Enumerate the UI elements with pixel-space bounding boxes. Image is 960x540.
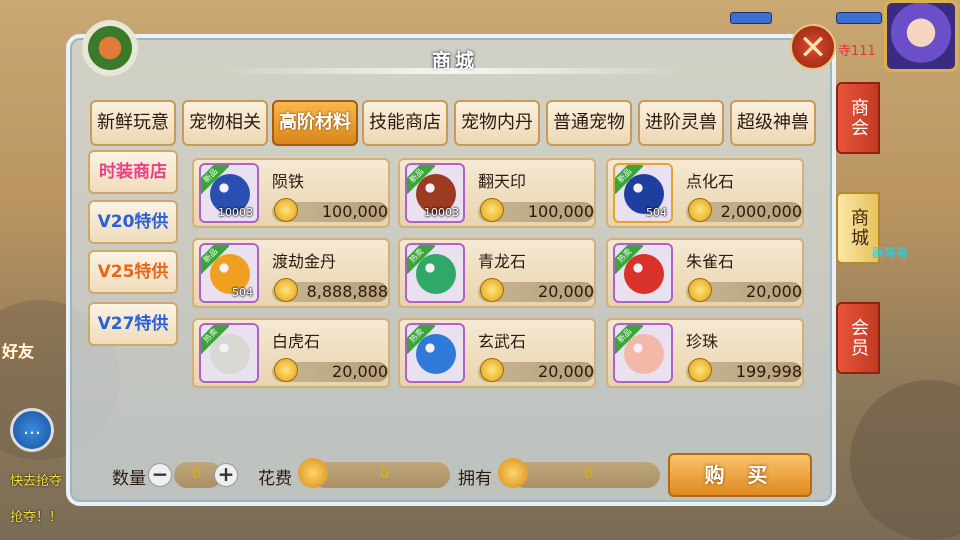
item-icon: 新品 504: [199, 243, 259, 303]
item-card[interactable]: 新品 10003 翻天印 100,000: [398, 158, 596, 228]
hp-bar: [730, 12, 772, 24]
item-price: 20,000: [746, 282, 802, 301]
close-icon: ✕: [798, 28, 828, 68]
item-card[interactable]: 热卖 玄武石 20,000: [398, 318, 596, 388]
owned-label: 拥有: [458, 469, 492, 489]
cost-label: 花费: [258, 469, 292, 489]
tab-8[interactable]: 超级神兽: [730, 100, 816, 146]
item-name: 陨铁: [272, 172, 305, 191]
item-card[interactable]: 新品 10003 陨铁 100,000: [192, 158, 390, 228]
item-price: 20,000: [538, 282, 594, 301]
decrease-button[interactable]: −: [148, 463, 172, 487]
cost-value: 0: [380, 466, 389, 482]
title-divider: [218, 68, 688, 74]
quantity-label: 数量: [112, 469, 146, 489]
item-price: 100,000: [527, 202, 594, 221]
chat-button[interactable]: …: [10, 408, 54, 452]
coin-icon: [274, 278, 298, 302]
coin-icon: [274, 358, 298, 382]
tab-6[interactable]: 普通宠物: [546, 100, 632, 146]
coin-icon: [480, 358, 504, 382]
item-gem-icon: [624, 254, 664, 294]
mp-bar: [836, 12, 882, 24]
chat-bubble-icon: …: [23, 418, 41, 439]
item-icon: 热卖: [199, 323, 259, 383]
item-gem-icon: [416, 254, 456, 294]
item-icon: 热卖: [405, 243, 465, 303]
quantity-value: 0: [192, 466, 201, 482]
item-icon: 热卖: [405, 323, 465, 383]
side-tab-label: 会员: [848, 318, 869, 358]
special-tab-3[interactable]: V25特供: [88, 250, 178, 294]
item-quantity: 10003: [218, 206, 253, 219]
item-card[interactable]: 热卖 白虎石 20,000: [192, 318, 390, 388]
item-card[interactable]: 新品 504 点化石 2,000,000: [606, 158, 804, 228]
player-level-text: 寺111: [838, 44, 876, 59]
tab-5[interactable]: 宠物内丹: [454, 100, 540, 146]
coin-icon: [688, 198, 712, 222]
increase-button[interactable]: +: [214, 463, 238, 487]
item-price: 199,998: [735, 362, 802, 381]
item-price: 20,000: [332, 362, 388, 381]
item-gem-icon: [624, 334, 664, 374]
item-name: 白虎石: [272, 332, 321, 351]
item-name: 珍珠: [686, 332, 719, 351]
tab-4[interactable]: 技能商店: [362, 100, 448, 146]
item-quantity: 504: [646, 206, 667, 219]
buy-button[interactable]: 购 买: [668, 453, 812, 497]
coin-icon: [498, 458, 528, 488]
item-card[interactable]: 热卖 青龙石 20,000: [398, 238, 596, 308]
item-price: 100,000: [321, 202, 388, 221]
special-tab-1[interactable]: 时装商店: [88, 150, 178, 194]
friends-button[interactable]: 好友: [2, 338, 50, 382]
item-price: 8,888,888: [306, 282, 388, 301]
chat-message: 抢夺！！: [10, 510, 63, 525]
item-name: 青龙石: [478, 252, 527, 271]
coin-icon: [480, 198, 504, 222]
side-tab-3[interactable]: 会员: [836, 302, 880, 374]
coin-icon: [298, 458, 328, 488]
item-card[interactable]: 新品 504 渡劫金丹 8,888,888: [192, 238, 390, 308]
coin-icon: [688, 358, 712, 382]
item-icon: 新品 10003: [405, 163, 465, 223]
side-tab-label: 商会: [848, 98, 869, 138]
item-quantity: 10003: [424, 206, 459, 219]
item-icon: 新品 504: [613, 163, 673, 223]
item-name: 渡劫金丹: [272, 252, 337, 271]
coin-icon: [480, 278, 504, 302]
item-gem-icon: [210, 334, 250, 374]
item-card[interactable]: 热卖 朱雀石 20,000: [606, 238, 804, 308]
item-name: 朱雀石: [686, 252, 735, 271]
item-quantity: 504: [232, 286, 253, 299]
side-tab-1[interactable]: 商会: [836, 82, 880, 154]
chat-message: 快去抢夺: [10, 474, 63, 489]
tab-7[interactable]: 进阶灵兽: [638, 100, 724, 146]
owned-value: 0: [584, 466, 593, 482]
tab-1[interactable]: 新鲜玩意: [90, 100, 176, 146]
item-icon: 新品: [613, 323, 673, 383]
item-icon: 新品 10003: [199, 163, 259, 223]
special-tab-4[interactable]: V27特供: [88, 302, 178, 346]
background-decoration: [850, 380, 960, 540]
special-tab-2[interactable]: V20特供: [88, 200, 178, 244]
coin-icon: [688, 278, 712, 302]
item-icon: 热卖: [613, 243, 673, 303]
shop-emblem-icon: [82, 20, 138, 76]
item-price: 2,000,000: [720, 202, 802, 221]
tab-3[interactable]: 高阶材料: [272, 100, 358, 146]
item-name: 翻天印: [478, 172, 527, 191]
item-name: 玄武石: [478, 332, 527, 351]
side-tab-label: 商城: [848, 208, 869, 248]
tab-2[interactable]: 宠物相关: [182, 100, 268, 146]
item-gem-icon: [416, 334, 456, 374]
item-price: 20,000: [538, 362, 594, 381]
player-avatar[interactable]: [884, 0, 958, 72]
coin-icon: [274, 198, 298, 222]
side-text: 器等等: [872, 246, 909, 260]
item-name: 点化石: [686, 172, 735, 191]
close-button[interactable]: ✕: [790, 24, 836, 70]
item-card[interactable]: 新品 珍珠 199,998: [606, 318, 804, 388]
